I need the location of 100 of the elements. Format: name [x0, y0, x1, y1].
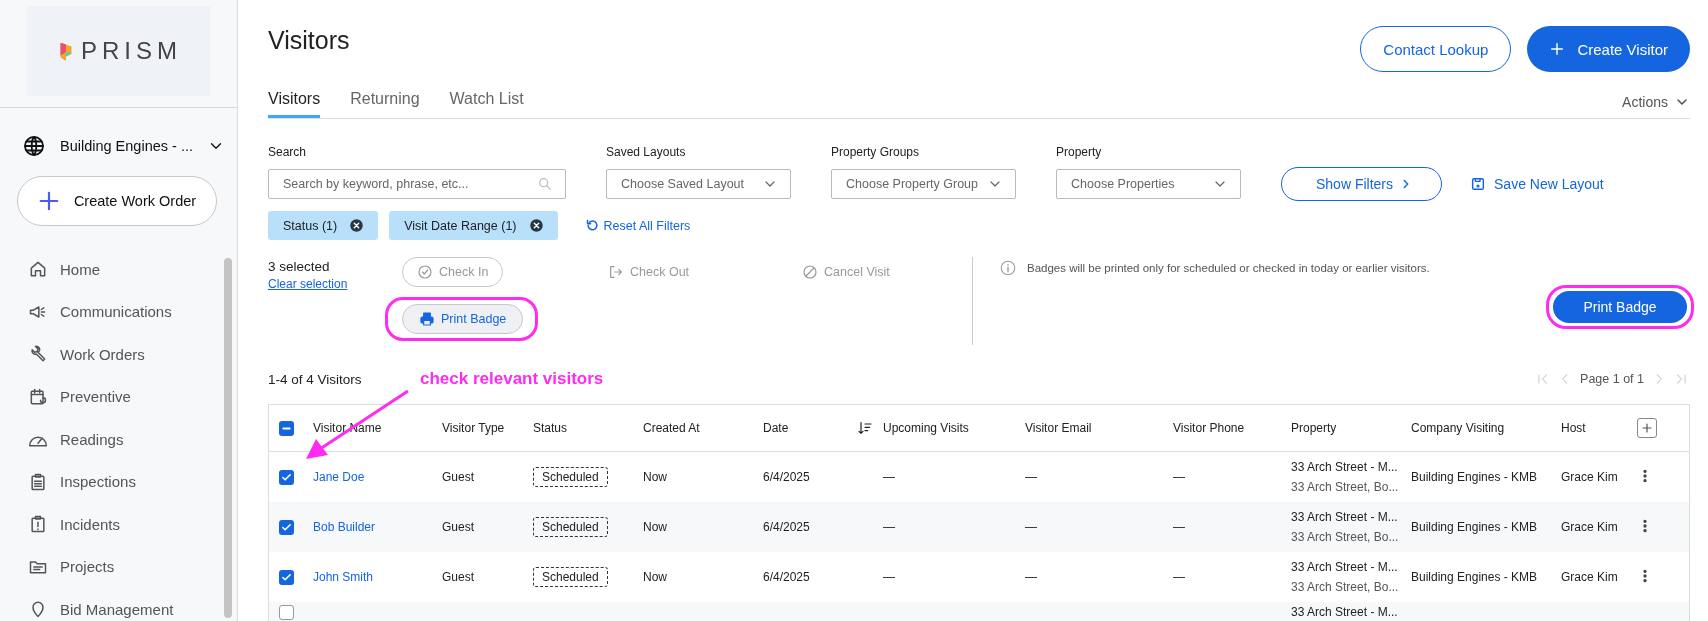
visitor-name-link[interactable]: Jane Doe	[313, 470, 365, 484]
table-cell: Now	[643, 520, 667, 534]
nav-item[interactable]: Home	[60, 260, 100, 278]
contact-lookup-button[interactable]: Contact Lookup	[1360, 26, 1512, 72]
field-label: Property Groups	[831, 145, 921, 159]
calendar-icon	[28, 386, 48, 407]
table-cell: Guest	[442, 470, 474, 484]
show-filters-button[interactable]: Show Filters	[1281, 167, 1443, 201]
status-tag: Scheduled	[533, 567, 608, 587]
save-icon	[1470, 176, 1487, 192]
nav-item[interactable]: Preventive	[60, 388, 131, 406]
table-cell: Building Engines - KMB	[1411, 570, 1538, 584]
table-cell: Grace Kim	[1561, 520, 1618, 534]
row-checkbox[interactable]	[279, 605, 294, 620]
table-cell: Guest	[442, 520, 474, 534]
plus-icon	[1641, 422, 1653, 434]
nav-item[interactable]: Communications	[60, 303, 172, 321]
plus-icon	[1549, 41, 1566, 57]
property-address: 33 Arch Street, Bo...	[1291, 530, 1400, 545]
property-name: 33 Arch Street - M...	[1291, 559, 1399, 574]
table-cell: 6/4/2025	[763, 570, 810, 584]
property-name: 33 Arch Street - M...	[1291, 459, 1399, 474]
info-message: Badges will be printed only for scheduled or checked in today or earlier visitors.	[1027, 262, 1430, 274]
table-cell: —	[1025, 470, 1037, 484]
page-indicator: Page 1 of 1	[1580, 372, 1644, 386]
field-label: Search	[268, 145, 308, 159]
annotation-text: check relevant visitors	[420, 369, 605, 389]
account-name: Building Engines - ...	[60, 138, 193, 154]
print-badge-button[interactable]: Print Badge	[402, 303, 524, 334]
table-cell: 6/4/2025	[763, 520, 810, 534]
sort-icon[interactable]	[857, 420, 873, 436]
search-field[interactable]: Search by keyword, phrase, etc...	[268, 169, 566, 199]
table-cell: Guest	[442, 570, 474, 584]
check-icon	[281, 521, 292, 533]
column-header[interactable]: Status	[533, 421, 568, 435]
nav-item[interactable]: Bid Management	[60, 600, 174, 618]
column-header[interactable]: Visitor Type	[442, 421, 505, 435]
column-header[interactable]: Company Visiting	[1411, 421, 1505, 435]
save-new-layout-link[interactable]: Save New Layout	[1494, 176, 1604, 192]
clear-selection-link[interactable]: Clear selection	[268, 277, 403, 291]
visitor-count: 1-4 of 4 Visitors	[268, 371, 363, 387]
column-header[interactable]: Date	[763, 421, 789, 435]
dropdown-field[interactable]: Choose Properties	[1056, 169, 1241, 199]
dropdown-field[interactable]: Choose Saved Layout	[606, 169, 791, 199]
table-cell: Grace Kim	[1561, 570, 1618, 584]
tab[interactable]: Returning	[350, 90, 420, 118]
filter-chip[interactable]: Status (1)	[268, 211, 379, 240]
check-circle-icon	[417, 264, 433, 280]
close-icon[interactable]	[528, 218, 544, 233]
table-cell: —	[1173, 520, 1185, 534]
filter-chip[interactable]: Visit Date Range (1)	[389, 211, 558, 240]
alert-icon	[28, 514, 48, 535]
column-header[interactable]: Visitor Email	[1025, 421, 1092, 435]
scrollbar-thumb[interactable]	[224, 258, 232, 618]
nav-item[interactable]: Work Orders	[60, 345, 145, 363]
close-icon[interactable]	[349, 218, 365, 233]
info-icon	[999, 259, 1017, 277]
table-cell: Now	[643, 570, 667, 584]
property-name: 33 Arch Street - M...	[1291, 509, 1399, 524]
table-cell: —	[1173, 570, 1185, 584]
row-checkbox[interactable]	[279, 469, 294, 485]
exit-icon	[608, 264, 624, 280]
tab[interactable]: Watch List	[449, 90, 524, 118]
page-title: Visitors	[268, 26, 350, 55]
row-checkbox[interactable]	[279, 519, 294, 535]
column-header[interactable]: Visitor Phone	[1173, 421, 1245, 435]
row-checkbox[interactable]	[279, 569, 294, 585]
column-header[interactable]: Upcoming Visits	[883, 421, 969, 435]
field-label: Saved Layouts	[606, 145, 687, 159]
table-cell: Building Engines - KMB	[1411, 470, 1538, 484]
column-header[interactable]: Created At	[643, 421, 700, 435]
table-cell: Now	[643, 470, 667, 484]
field-label: Property	[1056, 145, 1103, 159]
select-all-checkbox[interactable]	[279, 420, 294, 436]
nav-item[interactable]: Readings	[60, 430, 124, 448]
nav-item[interactable]: Incidents	[60, 515, 121, 533]
visitor-name-link[interactable]: John Smith	[313, 570, 374, 584]
create-visitor-button[interactable]: Create Visitor	[1527, 26, 1690, 72]
table-cell: —	[1025, 570, 1037, 584]
print-badge-button[interactable]: Print Badge	[1553, 291, 1687, 323]
column-header[interactable]: Host	[1561, 421, 1586, 435]
table-cell: Building Engines - KMB	[1411, 520, 1538, 534]
tab[interactable]: Visitors	[268, 90, 321, 118]
globe-icon	[22, 134, 46, 158]
reset-all-filters-link[interactable]: Reset All Filters	[603, 218, 691, 233]
table-cell: 6/4/2025	[763, 470, 810, 484]
nav-item[interactable]: Projects	[60, 558, 115, 576]
table-cell: —	[883, 520, 895, 534]
actions-menu[interactable]: Actions	[1622, 94, 1690, 118]
selection-count: 3 selected	[268, 259, 331, 274]
dropdown-field[interactable]: Choose Property Group	[831, 169, 1016, 199]
visitor-name-link[interactable]: Bob Builder	[313, 520, 376, 534]
create-work-order-button[interactable]: Create Work Order	[17, 176, 217, 226]
property-name: 33 Arch Street - M...	[1291, 605, 1399, 620]
logo-text: PRISM	[81, 37, 182, 65]
check-icon	[281, 471, 292, 483]
nav-item[interactable]: Inspections	[60, 473, 136, 491]
add-column-button[interactable]	[1637, 418, 1657, 438]
check-icon	[281, 571, 292, 583]
column-header[interactable]: Property	[1291, 421, 1337, 435]
